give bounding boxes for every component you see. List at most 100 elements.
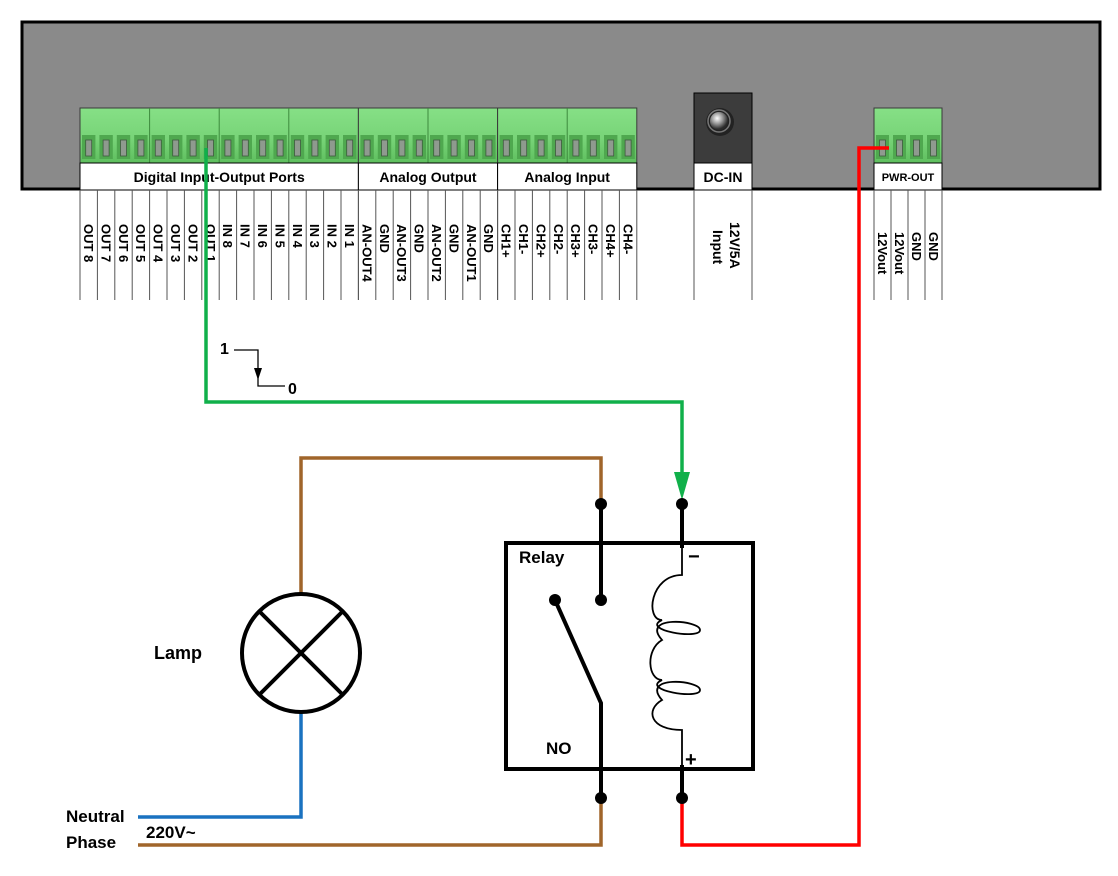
- signal-arrow-icon: [674, 472, 690, 500]
- terminal-block-analog-input: [497, 107, 638, 164]
- screw-slot: [276, 139, 284, 157]
- relay-contact-label: NO: [546, 739, 572, 758]
- pin-label: IN 8: [220, 224, 235, 248]
- screw-slot: [346, 139, 354, 157]
- pin-label: AN-OUT1: [464, 224, 479, 282]
- terminal-block-analog-output: [357, 107, 499, 164]
- screw-slot: [102, 139, 110, 157]
- pin-label: OUT 8: [81, 224, 96, 262]
- screw-slot: [207, 139, 214, 157]
- coil-minus-label: −: [688, 546, 700, 568]
- pwr-out-pin-label: 12Vout: [892, 232, 907, 275]
- coil-plus-label: +: [685, 749, 697, 771]
- pin-label: GND: [481, 224, 496, 253]
- pin-label: IN 6: [255, 224, 270, 248]
- coil-terminal-top: [676, 498, 688, 510]
- screw-slot: [85, 139, 93, 157]
- relay-label: Relay: [519, 548, 565, 567]
- contact-fixed-point: [595, 594, 607, 606]
- dc-in-pin-line-1: 12V/5A: [727, 222, 743, 269]
- screw-slot: [120, 139, 127, 157]
- signal-low-label: 0: [288, 381, 297, 398]
- pin-label: CH3+: [568, 224, 583, 258]
- pin-label: IN 5: [272, 224, 287, 248]
- screw-slot: [311, 139, 319, 157]
- group-label-digital: Digital Input-Output Ports: [134, 169, 305, 185]
- dc-in-jack: DC-IN 12V/5A Input: [693, 92, 753, 300]
- screw-slot: [624, 139, 632, 157]
- pin-label: CH1-: [516, 224, 531, 254]
- screw-slot: [433, 139, 441, 157]
- group-label-analog-output: Analog Output: [379, 169, 477, 185]
- screw-slot: [485, 139, 493, 157]
- contact-terminal-bottom: [595, 792, 607, 804]
- pwr-out-pin-label: GND: [926, 232, 941, 261]
- terminal-block-pwr-out: [873, 107, 943, 164]
- pin-label: CH1+: [499, 224, 514, 258]
- screw-slot: [913, 139, 920, 157]
- pin-label: GND: [446, 224, 461, 253]
- screw-slot: [189, 139, 197, 157]
- phase-wire-mains: [138, 800, 603, 847]
- pin-label: CH2+: [533, 224, 548, 258]
- pwr-out-pin-label: 12Vout: [875, 232, 890, 275]
- screw-slot: [224, 139, 232, 157]
- screw-slot: [172, 139, 180, 157]
- signal-wire: [204, 148, 684, 474]
- group-label-analog-input: Analog Input: [524, 169, 610, 185]
- pwr-out-label: PWR-OUT: [882, 172, 935, 184]
- pwr-out-pin-label: GND: [909, 232, 924, 261]
- pin-label: OUT 2: [185, 224, 200, 262]
- pin-label: GND: [412, 224, 427, 253]
- voltage-label: 220V~: [146, 823, 196, 842]
- contact-terminal-top: [595, 498, 607, 510]
- screw-slot: [572, 139, 580, 157]
- pin-label: IN 7: [238, 224, 253, 248]
- pin-label: OUT 3: [168, 224, 183, 262]
- neutral-wire: [138, 712, 303, 819]
- lamp-label: Lamp: [154, 643, 202, 663]
- screw-slot: [398, 139, 406, 157]
- dc-in-label: DC-IN: [704, 169, 743, 185]
- screw-slot: [502, 139, 510, 157]
- pin-label: OUT 5: [133, 224, 148, 262]
- screw-slot: [537, 139, 545, 157]
- pin-label: CH2-: [551, 224, 566, 254]
- terminal-block-digital: [79, 107, 359, 164]
- screw-slot: [589, 139, 597, 157]
- screw-slot: [520, 139, 528, 157]
- coil-terminal-bottom: [676, 792, 688, 804]
- pin-label: CH4-: [620, 224, 635, 254]
- pin-label: IN 1: [342, 224, 357, 248]
- pin-label: OUT 6: [116, 224, 131, 262]
- screw-slot: [896, 139, 903, 157]
- neutral-label: Neutral: [66, 807, 125, 826]
- phase-label: Phase: [66, 833, 116, 852]
- pin-label: OUT 7: [98, 224, 113, 262]
- pin-label: CH4+: [603, 224, 618, 258]
- screw-slot: [468, 139, 475, 157]
- screw-slot: [555, 139, 562, 157]
- screw-slot: [137, 139, 145, 157]
- dc-in-pin-line-2: Input: [710, 230, 726, 265]
- pin-label: IN 4: [290, 224, 305, 249]
- screw-slot: [930, 139, 937, 157]
- screw-slot: [415, 139, 423, 157]
- lamp-symbol: [240, 592, 362, 714]
- screw-slot: [259, 139, 267, 157]
- pin-label: IN 3: [307, 224, 322, 248]
- screw-slot: [607, 139, 615, 157]
- screw-slot: [381, 139, 388, 157]
- pin-label: CH3-: [586, 224, 601, 254]
- wiring-diagram: Digital Input-Output Ports Analog Output A…: [20, 20, 1102, 852]
- signal-high-label: 1: [220, 341, 229, 358]
- screw-slot: [363, 139, 371, 157]
- pin-label: AN-OUT2: [429, 224, 444, 282]
- screw-slot: [450, 139, 458, 157]
- pin-label: OUT 4: [151, 224, 166, 263]
- phase-wire-to-lamp: [299, 456, 603, 594]
- pin-label: AN-OUT3: [394, 224, 409, 282]
- relay-body: [504, 541, 755, 771]
- signal-transition: 1 0: [220, 341, 297, 398]
- screw-slot: [241, 139, 249, 157]
